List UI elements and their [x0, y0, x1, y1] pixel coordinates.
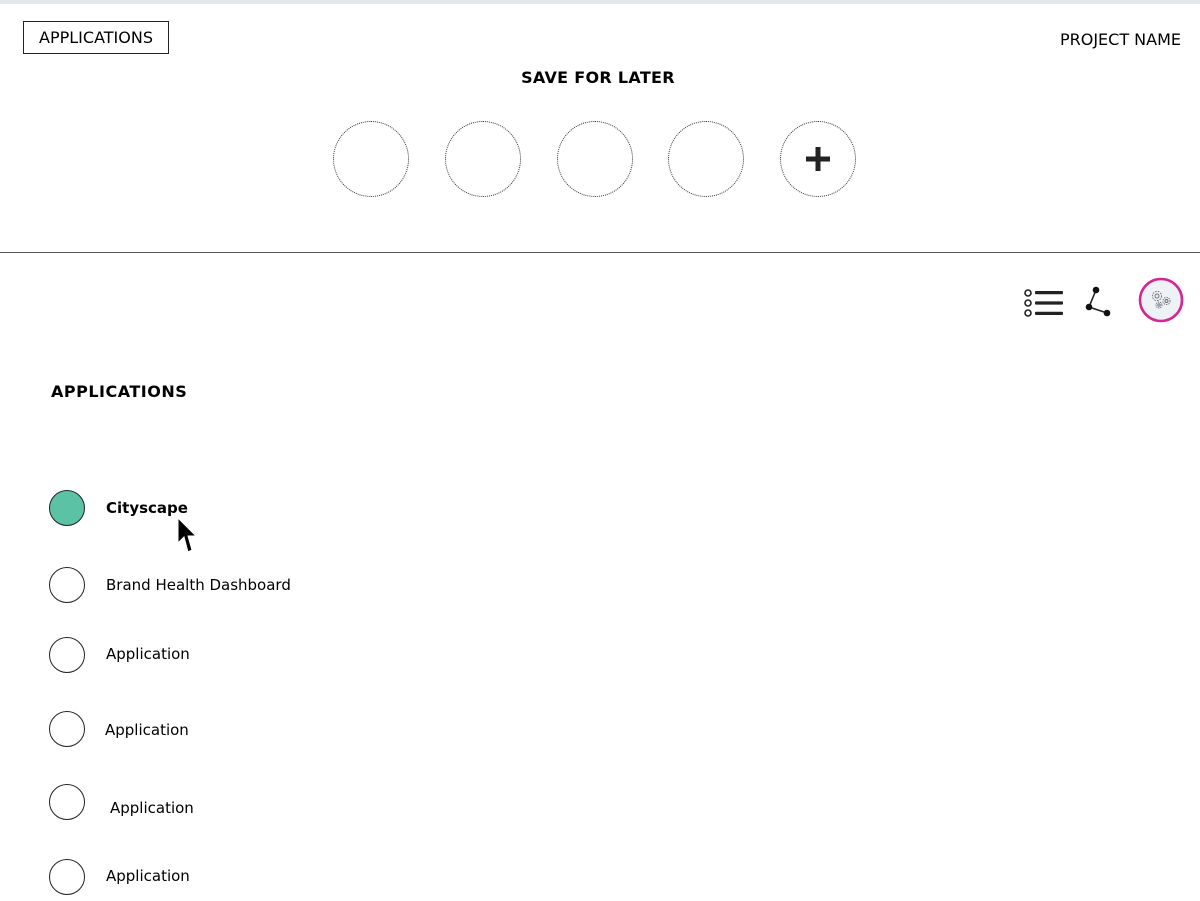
- app-radio-application-1[interactable]: [49, 637, 85, 673]
- plus-icon: [806, 147, 830, 171]
- list-view-icon: [1024, 289, 1063, 317]
- add-slot-button[interactable]: [780, 121, 856, 197]
- applications-title: APPLICATIONS: [51, 382, 188, 401]
- app-radio-brand-health-dashboard[interactable]: [49, 567, 85, 603]
- section-divider: [0, 252, 1200, 253]
- saved-slot-1[interactable]: [333, 121, 409, 197]
- app-label-brand-health-dashboard[interactable]: Brand Health Dashboard: [106, 576, 291, 594]
- app-radio-application-4[interactable]: [49, 859, 85, 895]
- app-radio-application-3[interactable]: [49, 784, 85, 820]
- app-label-application-4[interactable]: Application: [106, 867, 190, 885]
- applications-button[interactable]: APPLICATIONS: [23, 21, 169, 54]
- saved-slot-2[interactable]: [445, 121, 521, 197]
- mouse-cursor-icon: [177, 517, 198, 553]
- save-for-later-title: SAVE FOR LATER: [521, 68, 675, 87]
- app-radio-application-2[interactable]: [49, 711, 85, 747]
- list-view-button[interactable]: [1022, 287, 1066, 319]
- app-label-application-3[interactable]: Application: [110, 799, 194, 817]
- saved-slot-3[interactable]: [557, 121, 633, 197]
- project-name: PROJECT NAME: [1059, 30, 1181, 49]
- app-label-cityscape[interactable]: Cityscape: [106, 499, 188, 517]
- top-strip: [0, 0, 1200, 4]
- gears-settings-icon: [1138, 277, 1184, 323]
- network-view-icon: [1085, 286, 1111, 317]
- app-label-application-1[interactable]: Application: [106, 645, 190, 663]
- app-radio-cityscape[interactable]: [49, 490, 85, 526]
- network-view-button[interactable]: [1082, 284, 1116, 320]
- app-label-application-2[interactable]: Application: [105, 721, 189, 739]
- settings-button[interactable]: [1138, 277, 1184, 323]
- saved-slot-4[interactable]: [668, 121, 744, 197]
